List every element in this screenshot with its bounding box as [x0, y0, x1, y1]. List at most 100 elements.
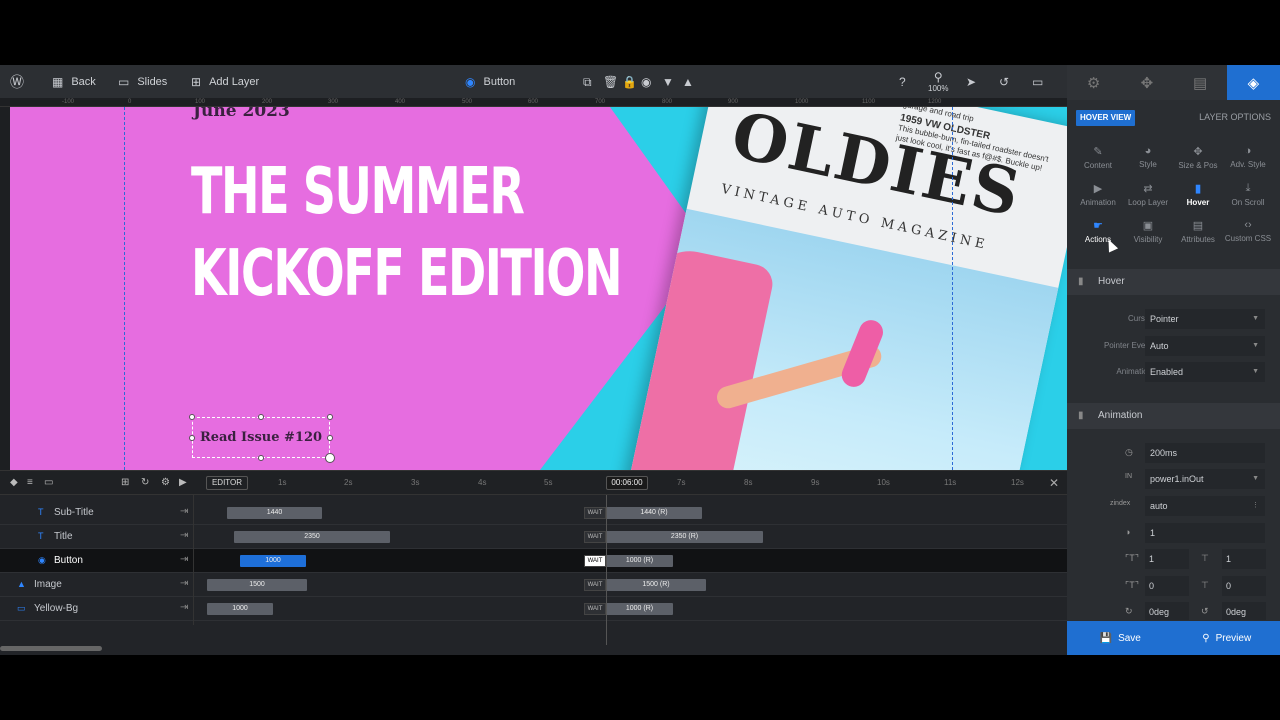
title-layer[interactable]: THE SUMMER KICKOFF EDITION: [191, 151, 623, 315]
animation-select[interactable]: Enabled ▼: [1145, 362, 1265, 382]
in-bar[interactable]: 1440: [227, 507, 322, 519]
option-size-pos[interactable]: ✥ Size & Pos: [1173, 145, 1223, 175]
option-attributes[interactable]: ▤ Attributes: [1173, 219, 1223, 249]
in-bar[interactable]: 1000: [207, 603, 273, 615]
timeline-row-selected[interactable]: ◉ Button ⇥ 1000 WAIT 1000 (R): [0, 549, 1067, 573]
slider-settings-tab[interactable]: ⚙: [1067, 65, 1120, 100]
out-bar[interactable]: 1000 (R): [606, 603, 673, 615]
slides-button[interactable]: ▭ Slides: [118, 65, 167, 98]
resize-handle[interactable]: [258, 455, 264, 461]
duration-input[interactable]: 200ms: [1145, 443, 1265, 463]
skew-x-input[interactable]: 0: [1145, 576, 1189, 596]
trash-icon[interactable]: 🗑: [603, 65, 618, 98]
ruler-tick: -100: [62, 99, 75, 105]
settings-icon[interactable]: ⚙: [161, 477, 170, 488]
lock-icon[interactable]: 🔒: [622, 65, 637, 98]
list-icon[interactable]: ≡: [27, 477, 33, 488]
undo-icon[interactable]: ↺: [999, 65, 1009, 98]
option-on-scroll[interactable]: ⤓ On Scroll: [1223, 182, 1273, 212]
slide-options-tab[interactable]: ▤: [1174, 65, 1227, 100]
save-button[interactable]: 💾 Save: [1067, 621, 1174, 655]
scale-y-input[interactable]: 1: [1222, 549, 1266, 569]
navigation-tab[interactable]: ✥: [1120, 65, 1173, 100]
zindex-input[interactable]: auto ⋮: [1145, 496, 1265, 516]
row-expand-icon[interactable]: ⇥: [180, 506, 188, 517]
pointer-event-select[interactable]: Auto ▼: [1145, 336, 1265, 356]
dropdown-arrow-icon: ▼: [1252, 475, 1259, 482]
easing-select[interactable]: power1.inOut ▼: [1145, 469, 1265, 489]
ruler-tick: 800: [662, 99, 673, 105]
timeline-row[interactable]: T Sub-Title ⇥ 1440 WAIT 1440 (R): [0, 501, 1067, 525]
option-custom-css[interactable]: ‹› Custom CSS: [1223, 219, 1273, 249]
in-bar[interactable]: 1500: [207, 579, 307, 591]
in-bar[interactable]: 2350: [234, 531, 390, 543]
grid-icon[interactable]: ⊞: [121, 477, 129, 488]
rotate-x-input[interactable]: 0deg: [1145, 602, 1189, 620]
rotate-y-input[interactable]: 0deg: [1222, 602, 1266, 620]
mouse-icon: ▮: [1078, 410, 1084, 421]
subtitle-layer[interactable]: June 2023: [193, 107, 290, 121]
ruler-tick: 1100: [862, 99, 875, 105]
preview-label: Preview: [1215, 632, 1252, 644]
cursor-select[interactable]: Pointer ▼: [1145, 309, 1265, 329]
eye-icon[interactable]: ◉: [641, 65, 651, 98]
layer-select[interactable]: ◉ Button: [465, 65, 515, 98]
desktop-view-icon[interactable]: ▭: [1032, 65, 1043, 98]
skew-y-input[interactable]: 0: [1222, 576, 1266, 596]
resize-handle[interactable]: [189, 435, 195, 441]
playhead[interactable]: [606, 495, 607, 645]
option-style[interactable]: ◕ Style: [1123, 145, 1173, 175]
out-bar[interactable]: 1500 (R): [606, 579, 706, 591]
zoom-control[interactable]: ⚲ 100%: [928, 65, 948, 98]
scale-x-input[interactable]: 1: [1145, 549, 1189, 569]
rotate-handle[interactable]: [325, 453, 335, 463]
layers-icon[interactable]: ◆: [10, 477, 18, 488]
out-bar[interactable]: 2350 (R): [606, 531, 763, 543]
help-icon[interactable]: ?: [899, 65, 906, 98]
back-button[interactable]: ▦ Back: [52, 65, 96, 98]
option-animation[interactable]: ▶ Animation: [1073, 182, 1123, 212]
folder-icon[interactable]: ▭: [44, 477, 53, 488]
slide-canvas[interactable]: garage and road trip 1959 VW OLDSTER Thi…: [10, 107, 1067, 470]
option-hover[interactable]: ▮ Hover: [1173, 182, 1223, 212]
pointer-tool-icon[interactable]: ➤: [966, 65, 976, 98]
option-content[interactable]: ✎ Content: [1073, 145, 1123, 175]
resize-handle[interactable]: [189, 414, 195, 420]
close-icon[interactable]: ✕: [1049, 476, 1059, 490]
editor-button[interactable]: EDITOR: [206, 476, 248, 490]
clock-icon: ◷: [1125, 447, 1133, 457]
in-bar[interactable]: 1000: [240, 555, 306, 567]
out-bar[interactable]: 1440 (R): [606, 507, 702, 519]
resize-handle[interactable]: [327, 435, 333, 441]
timeline-divider: [193, 495, 194, 625]
row-expand-icon[interactable]: ⇥: [180, 602, 188, 613]
play-icon[interactable]: ▶: [179, 477, 187, 488]
resize-handle[interactable]: [327, 414, 333, 420]
current-time[interactable]: 00:06:00: [606, 476, 648, 490]
timeline-row[interactable]: ▭ Yellow-Bg ⇥ 1000 WAIT 1000 (R): [0, 597, 1067, 621]
add-layer-button[interactable]: ⊞ Add Layer: [191, 65, 259, 98]
loop-icon[interactable]: ↻: [141, 477, 149, 488]
wordpress-icon[interactable]: Ⓦ: [10, 65, 24, 98]
resize-handle[interactable]: [258, 414, 264, 420]
row-expand-icon[interactable]: ⇥: [180, 554, 188, 565]
option-visibility[interactable]: ▣ Visibility: [1123, 219, 1173, 249]
option-adv-style[interactable]: ◑ Adv. Style: [1223, 145, 1273, 175]
opacity-input[interactable]: 1: [1145, 523, 1265, 543]
row-expand-icon[interactable]: ⇥: [180, 530, 188, 541]
chevron-up-icon[interactable]: ▲: [682, 65, 694, 98]
animation-section-header[interactable]: ▮ Animation: [1067, 403, 1280, 429]
hover-view-badge[interactable]: HOVER VIEW: [1076, 110, 1136, 126]
button-layer[interactable]: Read Issue #120: [189, 414, 335, 463]
hover-section-header[interactable]: ▮ Hover: [1067, 269, 1280, 295]
timeline-row[interactable]: T Title ⇥ 2350 WAIT 2350 (R): [0, 525, 1067, 549]
layer-options-tab[interactable]: ◈: [1226, 65, 1280, 100]
copy-icon[interactable]: ⧉: [583, 65, 592, 98]
option-loop-layer[interactable]: ⇄ Loop Layer: [1123, 182, 1173, 212]
out-bar[interactable]: 1000 (R): [606, 555, 673, 567]
timeline-row[interactable]: ▲ Image ⇥ 1500 WAIT 1500 (R): [0, 573, 1067, 597]
chevron-down-icon[interactable]: ▼: [662, 65, 674, 98]
row-expand-icon[interactable]: ⇥: [180, 578, 188, 589]
preview-button[interactable]: ⚲ Preview: [1174, 621, 1280, 655]
horizontal-scrollbar[interactable]: [0, 646, 102, 651]
